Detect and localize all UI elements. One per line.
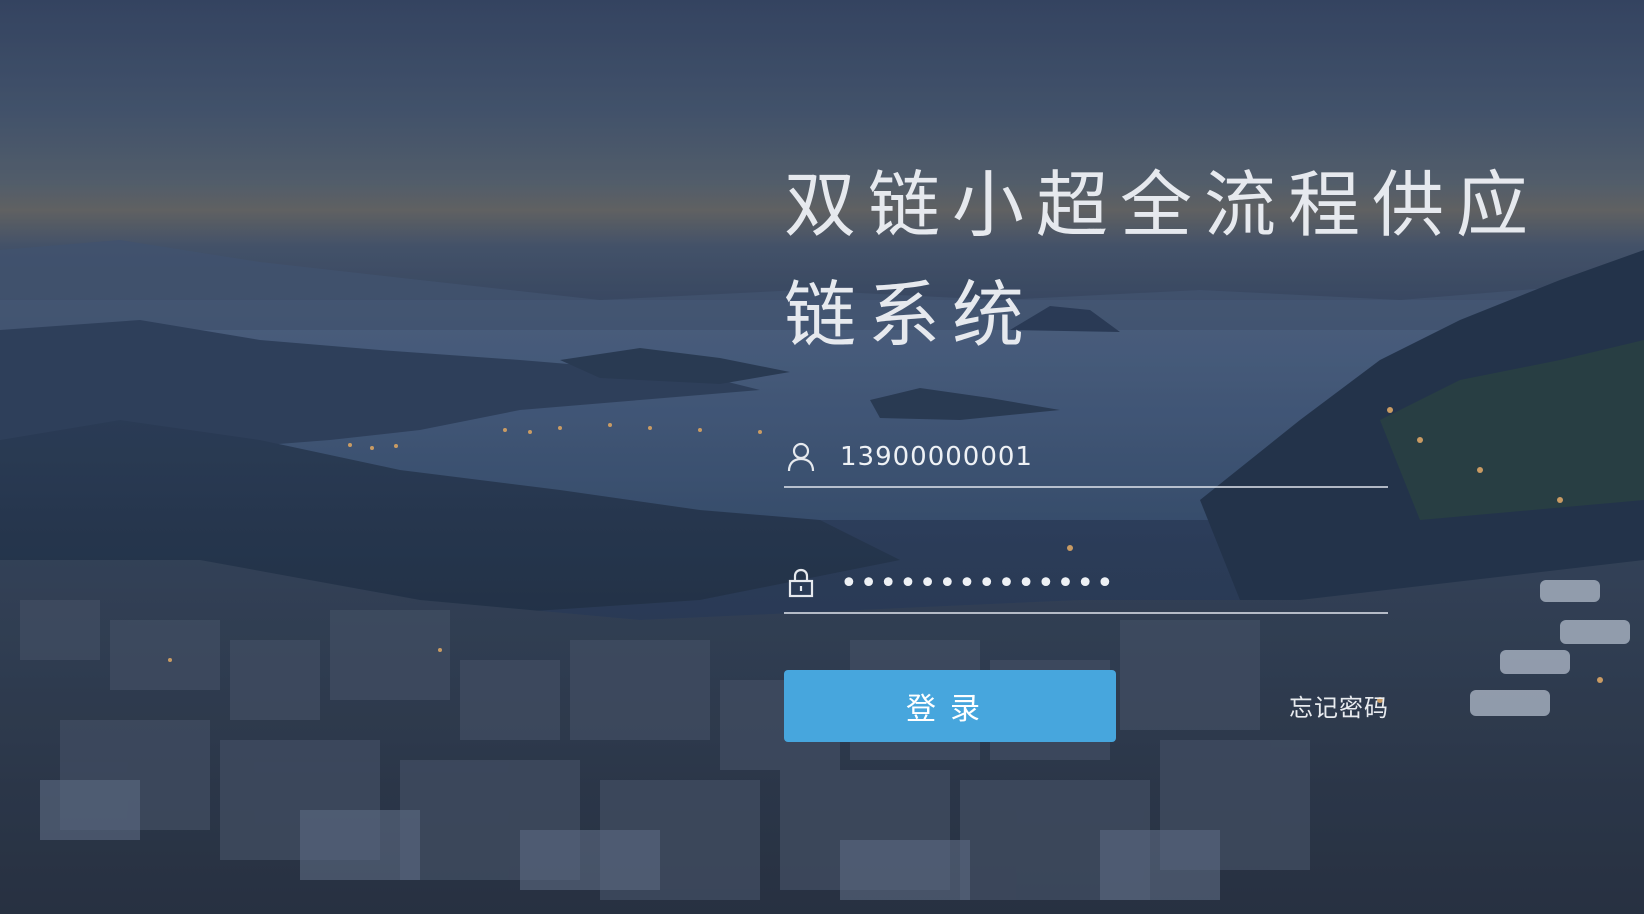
login-button[interactable]: 登录 xyxy=(784,670,1116,742)
username-field xyxy=(784,428,1388,488)
username-input[interactable] xyxy=(838,441,1362,473)
user-icon xyxy=(786,442,816,472)
page-title: 双链小超全流程供应链系统 xyxy=(784,163,1541,357)
login-panel: 双链小超全流程供应链系统 登录 忘记密码 xyxy=(784,150,1528,742)
password-field xyxy=(784,554,1388,614)
forgot-password-link[interactable]: 忘记密码 xyxy=(1289,688,1389,723)
login-background: 双链小超全流程供应链系统 登录 忘记密码 xyxy=(0,0,1644,914)
lock-icon xyxy=(786,568,816,598)
password-input[interactable] xyxy=(838,564,1362,602)
